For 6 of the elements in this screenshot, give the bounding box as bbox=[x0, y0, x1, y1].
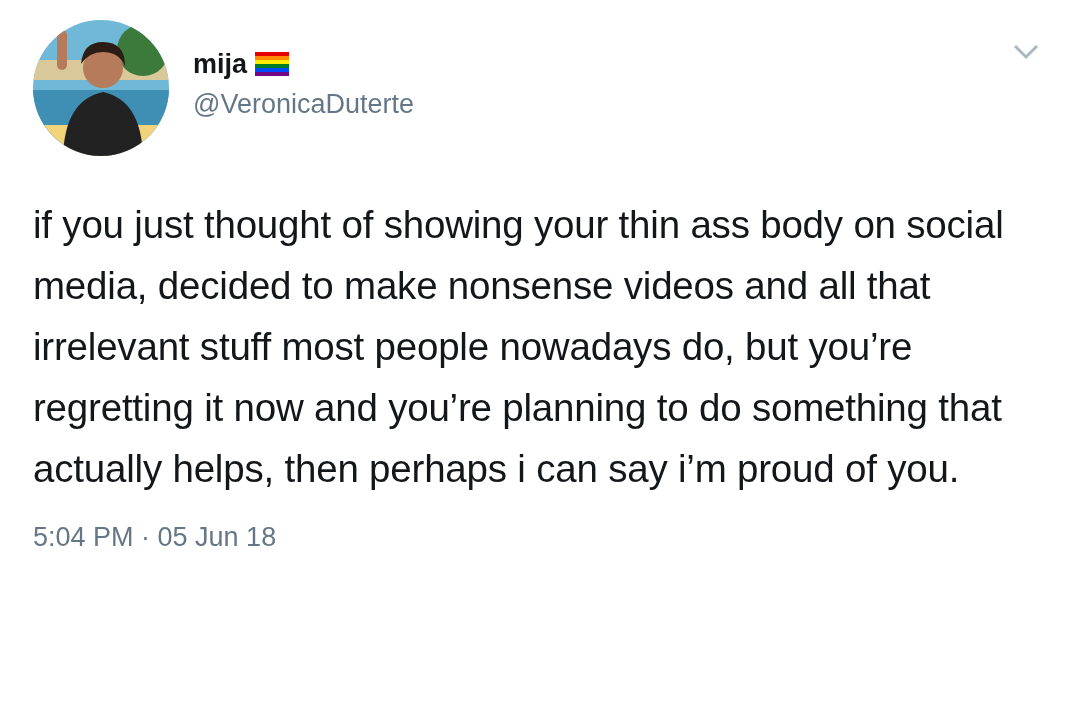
chevron-down-icon[interactable] bbox=[1013, 44, 1039, 60]
user-handle[interactable]: @VeronicaDuterte bbox=[193, 88, 1013, 121]
user-name[interactable]: mija bbox=[193, 48, 248, 81]
timestamp[interactable]: 5:04 PM · 05 Jun 18 bbox=[33, 517, 1047, 558]
tweet-text: if you just thought of showing your thin ass body on social media, decided to make nonsense videos and all that irrelevant stuff most people nowadays do, but you’re regretting it now and you’re planning to do something that actually helps, then perhaps i can say i’m proud of you. bbox=[33, 202, 1005, 492]
rainbow-flag-icon bbox=[255, 52, 290, 77]
